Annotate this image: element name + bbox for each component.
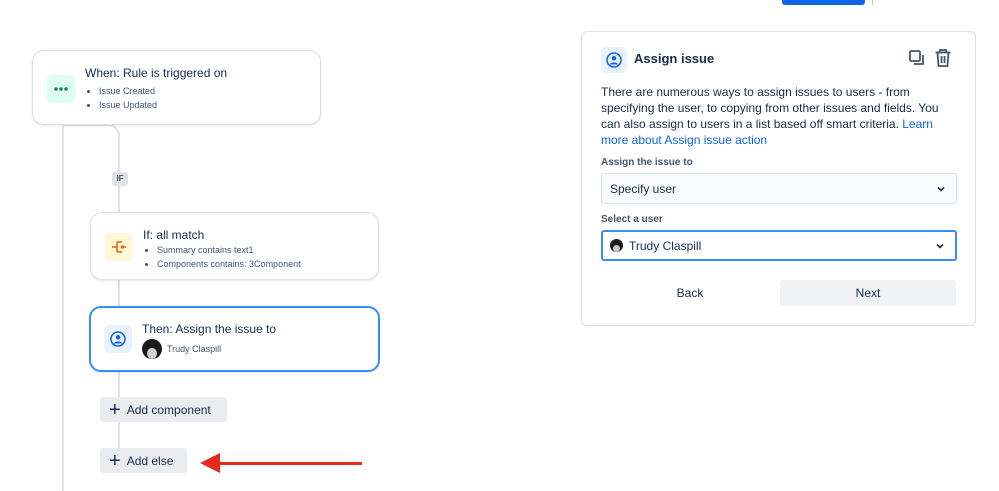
- assign-to-value: Specify user: [610, 181, 677, 196]
- chevron-down-icon: [936, 243, 944, 249]
- select-user-value: Trudy Claspill: [629, 238, 702, 253]
- back-button[interactable]: Back: [601, 280, 779, 306]
- copy-icon[interactable]: [908, 49, 926, 72]
- user-icon: [104, 325, 132, 353]
- trigger-item: Issue Created: [99, 84, 157, 98]
- add-else-label: Add else: [126, 453, 174, 468]
- branch-connector-curve: [62, 124, 120, 154]
- assign-to-select[interactable]: Specify user: [601, 173, 957, 204]
- trash-icon[interactable]: [934, 48, 952, 73]
- top-separator: [872, 0, 873, 5]
- user-icon: [601, 47, 627, 73]
- user-avatar: [610, 239, 623, 252]
- user-avatar: [142, 339, 162, 359]
- select-user-label: Select a user: [601, 214, 663, 225]
- condition-item: Summary contains text1: [157, 243, 301, 257]
- trigger-item: Issue Updated: [99, 98, 157, 112]
- annotation-arrow-head: [200, 453, 220, 473]
- condition-title: If: all match: [143, 228, 205, 242]
- panel-description-text: There are numerous ways to assign issues…: [601, 85, 939, 131]
- trigger-card[interactable]: When: Rule is triggered on Issue Created…: [32, 50, 321, 125]
- action-title: Then: Assign the issue to: [142, 322, 277, 336]
- if-badge: IF: [112, 172, 128, 186]
- add-component-button[interactable]: + Add component: [100, 397, 227, 422]
- chevron-down-icon: [937, 186, 945, 192]
- condition-card[interactable]: If: all match Summary contains text1 Com…: [90, 212, 379, 280]
- plus-icon: +: [109, 398, 121, 421]
- select-user-select[interactable]: Trudy Claspill: [601, 230, 957, 261]
- assign-to-label: Assign the issue to: [601, 157, 693, 168]
- panel-description: There are numerous ways to assign issues…: [601, 84, 961, 148]
- condition-items: Summary contains text1 Components contai…: [145, 243, 301, 271]
- trigger-title: When: Rule is triggered on: [85, 66, 228, 80]
- action-card[interactable]: Then: Assign the issue to Trudy Claspill: [89, 306, 380, 372]
- add-else-button[interactable]: + Add else: [100, 448, 187, 473]
- condition-item: Components contains: 3Component: [157, 257, 301, 271]
- action-user-name: Trudy Claspill: [167, 344, 222, 354]
- main-connector-line: [62, 124, 64, 491]
- action-user: Trudy Claspill: [142, 339, 221, 359]
- trigger-items: Issue Created Issue Updated: [87, 84, 157, 112]
- dots-icon: [47, 75, 75, 103]
- top-primary-button[interactable]: [782, 0, 865, 5]
- add-component-label: Add component: [126, 402, 211, 417]
- assign-issue-panel: Assign issue There are numerous ways to …: [581, 31, 976, 326]
- next-button[interactable]: Next: [780, 280, 956, 306]
- annotation-arrow-line: [218, 462, 362, 465]
- panel-title: Assign issue: [634, 51, 715, 66]
- branch-icon: [105, 233, 133, 261]
- plus-icon: +: [109, 449, 121, 472]
